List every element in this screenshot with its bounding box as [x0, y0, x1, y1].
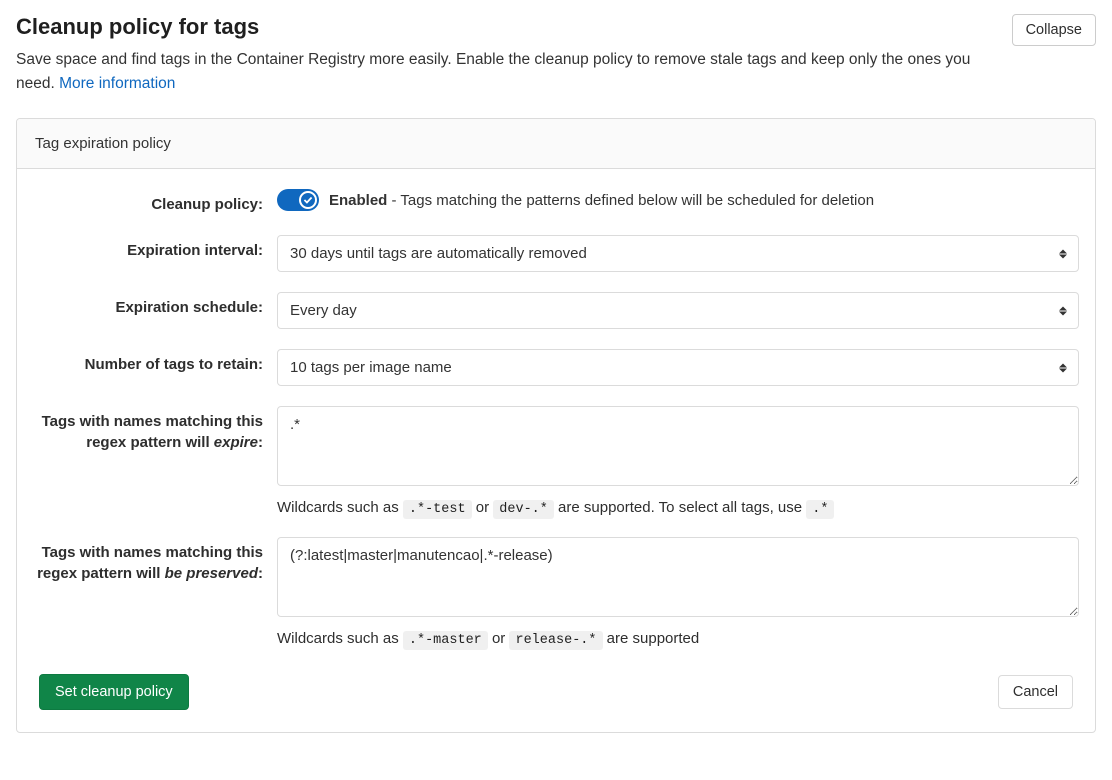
cleanup-policy-toggle[interactable] [277, 189, 319, 211]
retain-count-select[interactable]: 10 tags per image name [277, 349, 1079, 386]
more-info-link[interactable]: More information [59, 75, 175, 92]
code-snippet: dev-.* [493, 500, 554, 519]
page-subtitle: Save space and find tags in the Containe… [16, 48, 976, 96]
preserve-regex-input[interactable] [277, 537, 1079, 617]
page-title: Cleanup policy for tags [16, 14, 976, 40]
check-icon [299, 191, 317, 209]
cleanup-policy-label: Cleanup policy: [17, 189, 277, 215]
panel-title: Tag expiration policy [17, 119, 1095, 169]
toggle-description: Enabled - Tags matching the patterns def… [329, 192, 874, 209]
enabled-label: Enabled [329, 192, 387, 209]
preserve-regex-hint: Wildcards such as .*-master or release-.… [277, 630, 1079, 648]
code-snippet: .* [806, 500, 834, 519]
expire-regex-hint: Wildcards such as .*-test or dev-.* are … [277, 499, 1079, 517]
retain-count-label: Number of tags to retain: [17, 349, 277, 375]
expiration-schedule-select[interactable]: Every day [277, 292, 1079, 329]
cancel-button[interactable]: Cancel [998, 675, 1073, 709]
expire-regex-input[interactable] [277, 406, 1079, 486]
code-snippet: release-.* [509, 631, 602, 650]
expiration-interval-label: Expiration interval: [17, 235, 277, 261]
code-snippet: .*-master [403, 631, 488, 650]
code-snippet: .*-test [403, 500, 472, 519]
enabled-desc: - Tags matching the patterns defined bel… [387, 192, 874, 209]
preserve-regex-label: Tags with names matching this regex patt… [17, 537, 277, 584]
settings-panel: Tag expiration policy Cleanup policy: En… [16, 118, 1096, 733]
expiration-interval-select[interactable]: 30 days until tags are automatically rem… [277, 235, 1079, 272]
expire-regex-label: Tags with names matching this regex patt… [17, 406, 277, 453]
expiration-schedule-label: Expiration schedule: [17, 292, 277, 318]
set-cleanup-policy-button[interactable]: Set cleanup policy [39, 674, 189, 710]
collapse-button[interactable]: Collapse [1012, 14, 1096, 46]
